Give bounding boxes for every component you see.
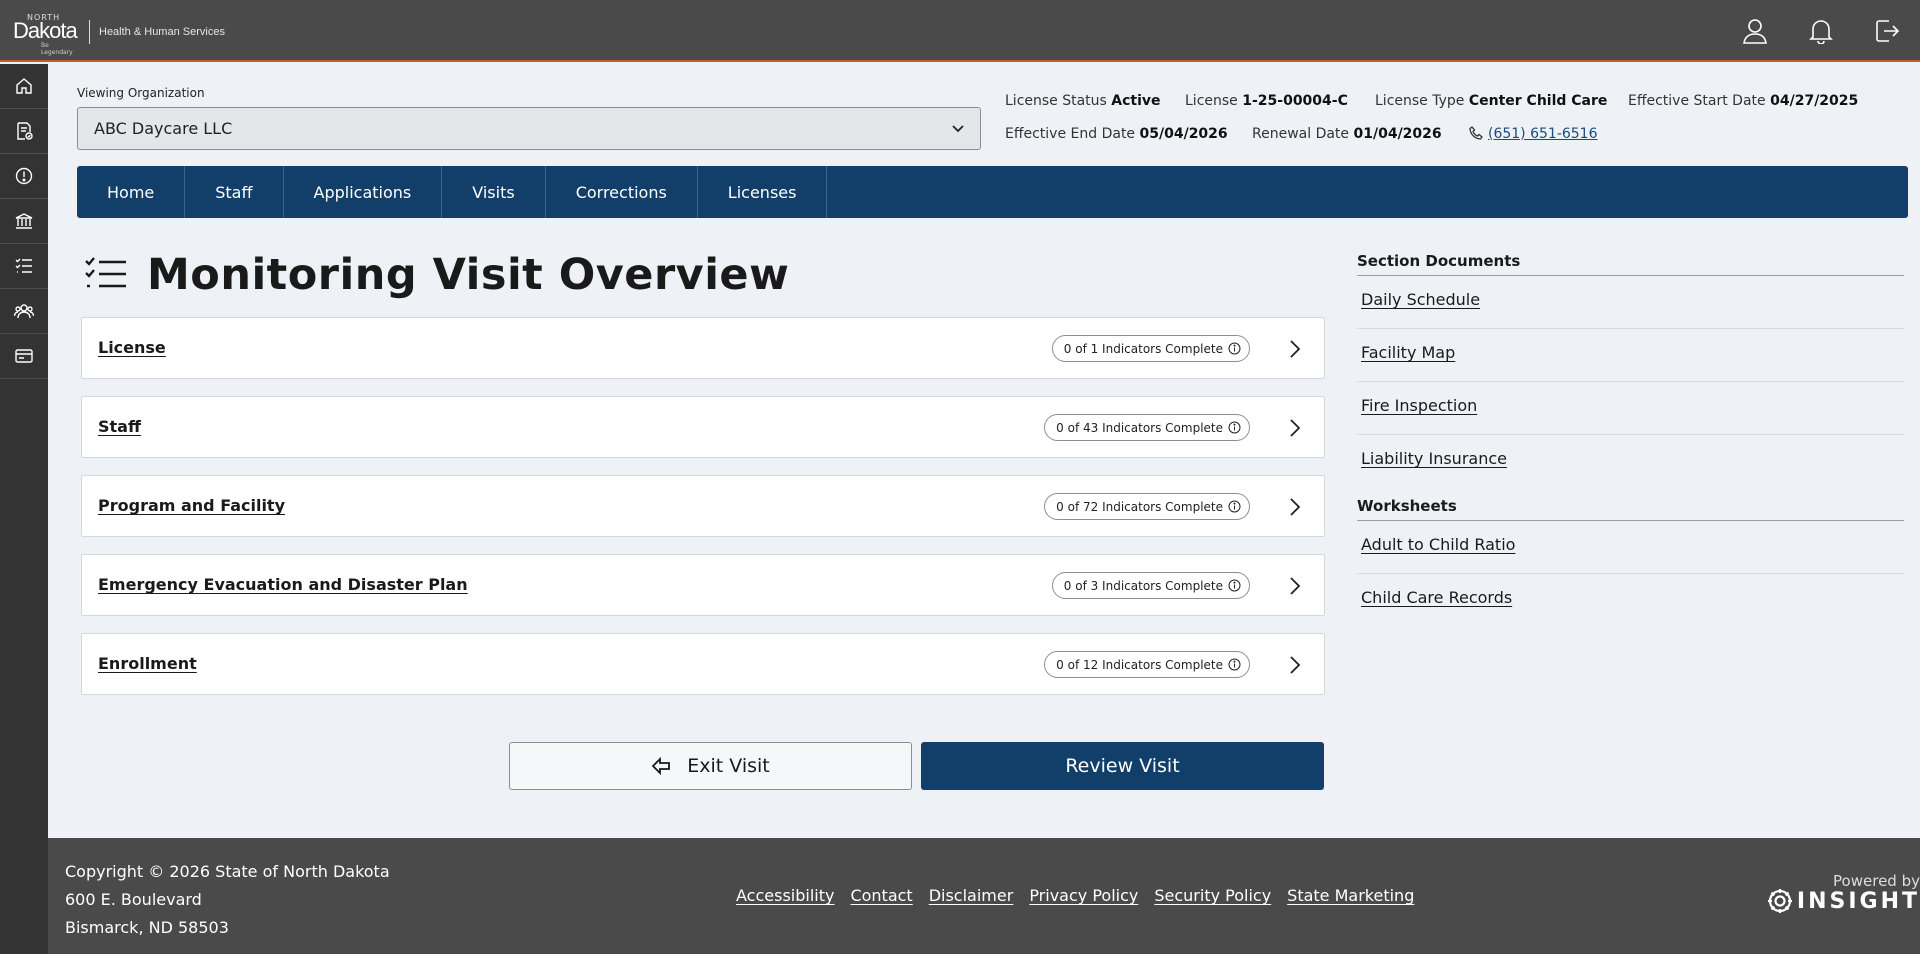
footer-link-disclaimer[interactable]: Disclaimer [929, 886, 1014, 905]
indicator-badge: 0 of 12 Indicators Complete [1044, 651, 1250, 678]
section-title[interactable]: License [98, 338, 166, 357]
chevron-right-icon[interactable] [1284, 338, 1304, 364]
footer-link-accessibility[interactable]: Accessibility [736, 886, 834, 905]
checklist-icon [85, 257, 126, 288]
side-checklist-icon[interactable] [0, 244, 48, 289]
page-title: Monitoring Visit Overview [147, 250, 790, 300]
insight-logo: INSIGHT [1767, 888, 1920, 914]
logo-tagline: Be Legendary [41, 42, 73, 56]
chevron-down-icon [950, 120, 966, 140]
worksheet-link-adult-child-ratio[interactable]: Adult to Child Ratio [1357, 521, 1904, 574]
side-documents-panel: Section Documents Daily Schedule Facilit… [1357, 252, 1904, 627]
page-header: Monitoring Visit Overview [85, 250, 789, 300]
license-type: License Type Center Child Care [1375, 93, 1608, 109]
tab-staff[interactable]: Staff [185, 166, 284, 218]
section-title[interactable]: Emergency Evacuation and Disaster Plan [98, 575, 468, 594]
footer-link-privacy-policy[interactable]: Privacy Policy [1029, 886, 1138, 905]
indicator-badge: 0 of 3 Indicators Complete [1051, 572, 1250, 599]
info-icon[interactable] [1228, 342, 1241, 358]
indicator-badge: 0 of 72 Indicators Complete [1044, 493, 1250, 520]
side-home-icon[interactable] [0, 64, 48, 109]
side-alert-circle-icon[interactable] [0, 154, 48, 199]
effective-start-date: Effective Start Date 04/27/2025 [1628, 93, 1859, 109]
footer-link-security-policy[interactable]: Security Policy [1154, 886, 1271, 905]
doc-link-facility-map[interactable]: Facility Map [1357, 329, 1904, 382]
phone-contact: (651) 651-6516 [1469, 126, 1598, 142]
side-nav [0, 64, 48, 954]
logout-icon[interactable] [1854, 0, 1920, 62]
indicator-badge: 0 of 1 Indicators Complete [1051, 335, 1250, 362]
viewing-org-label: Viewing Organization [77, 86, 205, 100]
info-icon[interactable] [1228, 579, 1241, 595]
main-content: Viewing Organization ABC Daycare LLC Lic… [48, 64, 1920, 838]
top-actions [1722, 0, 1920, 62]
main-tabs: Home Staff Applications Visits Correctio… [77, 166, 1908, 218]
info-icon[interactable] [1228, 421, 1241, 437]
phone-link[interactable]: (651) 651-6516 [1488, 126, 1598, 142]
section-title[interactable]: Staff [98, 417, 141, 436]
footer-link-state-marketing[interactable]: State Marketing [1287, 886, 1414, 905]
powered-by: Powered by INSIGHT [1767, 872, 1920, 914]
info-icon[interactable] [1228, 500, 1241, 516]
indicator-badge: 0 of 43 Indicators Complete [1044, 414, 1250, 441]
exit-visit-label: Exit Visit [687, 755, 770, 777]
chevron-right-icon[interactable] [1284, 654, 1304, 680]
logo-dakota: Dakota [13, 18, 78, 43]
section-card-enrollment[interactable]: Enrollment 0 of 12 Indicators Complete [81, 633, 1325, 695]
info-icon[interactable] [1228, 658, 1241, 674]
tab-licenses[interactable]: Licenses [698, 166, 828, 218]
section-card-staff[interactable]: Staff 0 of 43 Indicators Complete [81, 396, 1325, 458]
section-documents-heading: Section Documents [1357, 252, 1904, 276]
organization-value: ABC Daycare LLC [94, 119, 233, 138]
section-title[interactable]: Enrollment [98, 654, 197, 673]
brand-logo[interactable]: NORTH Dakota Be Legendary Health & Human… [13, 12, 225, 56]
footer-link-contact[interactable]: Contact [850, 886, 912, 905]
side-card-icon[interactable] [0, 334, 48, 379]
organization-select[interactable]: ABC Daycare LLC [77, 107, 981, 150]
doc-link-fire-inspection[interactable]: Fire Inspection [1357, 382, 1904, 435]
department-name: Health & Human Services [99, 26, 225, 38]
tab-home[interactable]: Home [77, 166, 186, 218]
user-icon[interactable] [1722, 0, 1788, 62]
chevron-right-icon[interactable] [1284, 417, 1304, 443]
worksheets-heading: Worksheets [1357, 497, 1904, 521]
footer: Copyright © 2026 State of North Dakota 6… [48, 838, 1920, 954]
license-status: License Status Active [1005, 93, 1161, 109]
nd-logo: NORTH Dakota Be Legendary [13, 12, 81, 56]
phone-icon [1469, 126, 1483, 140]
footer-links: Accessibility Contact Disclaimer Privacy… [736, 886, 1430, 905]
exit-visit-button[interactable]: Exit Visit [509, 742, 912, 790]
section-cards: License 0 of 1 Indicators Complete Staff… [81, 317, 1325, 712]
insight-gear-icon [1767, 889, 1792, 913]
bell-icon[interactable] [1788, 0, 1854, 62]
chevron-right-icon[interactable] [1284, 575, 1304, 601]
tab-visits[interactable]: Visits [442, 166, 546, 218]
footer-address: Copyright © 2026 State of North Dakota 6… [65, 858, 390, 942]
insight-text: INSIGHT [1796, 888, 1920, 914]
license-number: License 1-25-00004-C [1185, 93, 1348, 109]
side-institution-icon[interactable] [0, 199, 48, 244]
worksheet-link-child-care-records[interactable]: Child Care Records [1357, 574, 1904, 627]
section-card-program-facility[interactable]: Program and Facility 0 of 72 Indicators … [81, 475, 1325, 537]
top-bar: NORTH Dakota Be Legendary Health & Human… [0, 0, 1920, 62]
tab-applications[interactable]: Applications [284, 166, 443, 218]
tab-corrections[interactable]: Corrections [546, 166, 698, 218]
review-visit-label: Review Visit [1065, 755, 1180, 777]
section-title[interactable]: Program and Facility [98, 496, 285, 515]
side-document-check-icon[interactable] [0, 109, 48, 154]
chevron-right-icon[interactable] [1284, 496, 1304, 522]
effective-end-date: Effective End Date 05/04/2026 [1005, 126, 1228, 142]
address-line-1: 600 E. Boulevard [65, 890, 202, 909]
renewal-date: Renewal Date 01/04/2026 [1252, 126, 1442, 142]
address-line-2: Bismarck, ND 58503 [65, 918, 229, 937]
copyright-text: Copyright © 2026 State of North Dakota [65, 862, 390, 881]
section-card-license[interactable]: License 0 of 1 Indicators Complete [81, 317, 1325, 379]
doc-link-daily-schedule[interactable]: Daily Schedule [1357, 276, 1904, 329]
review-visit-button[interactable]: Review Visit [921, 742, 1324, 790]
arrow-left-icon [651, 757, 671, 775]
section-card-emergency-plan[interactable]: Emergency Evacuation and Disaster Plan 0… [81, 554, 1325, 616]
doc-link-liability-insurance[interactable]: Liability Insurance [1357, 435, 1904, 488]
brand-divider [89, 20, 90, 44]
side-users-icon[interactable] [0, 289, 48, 334]
